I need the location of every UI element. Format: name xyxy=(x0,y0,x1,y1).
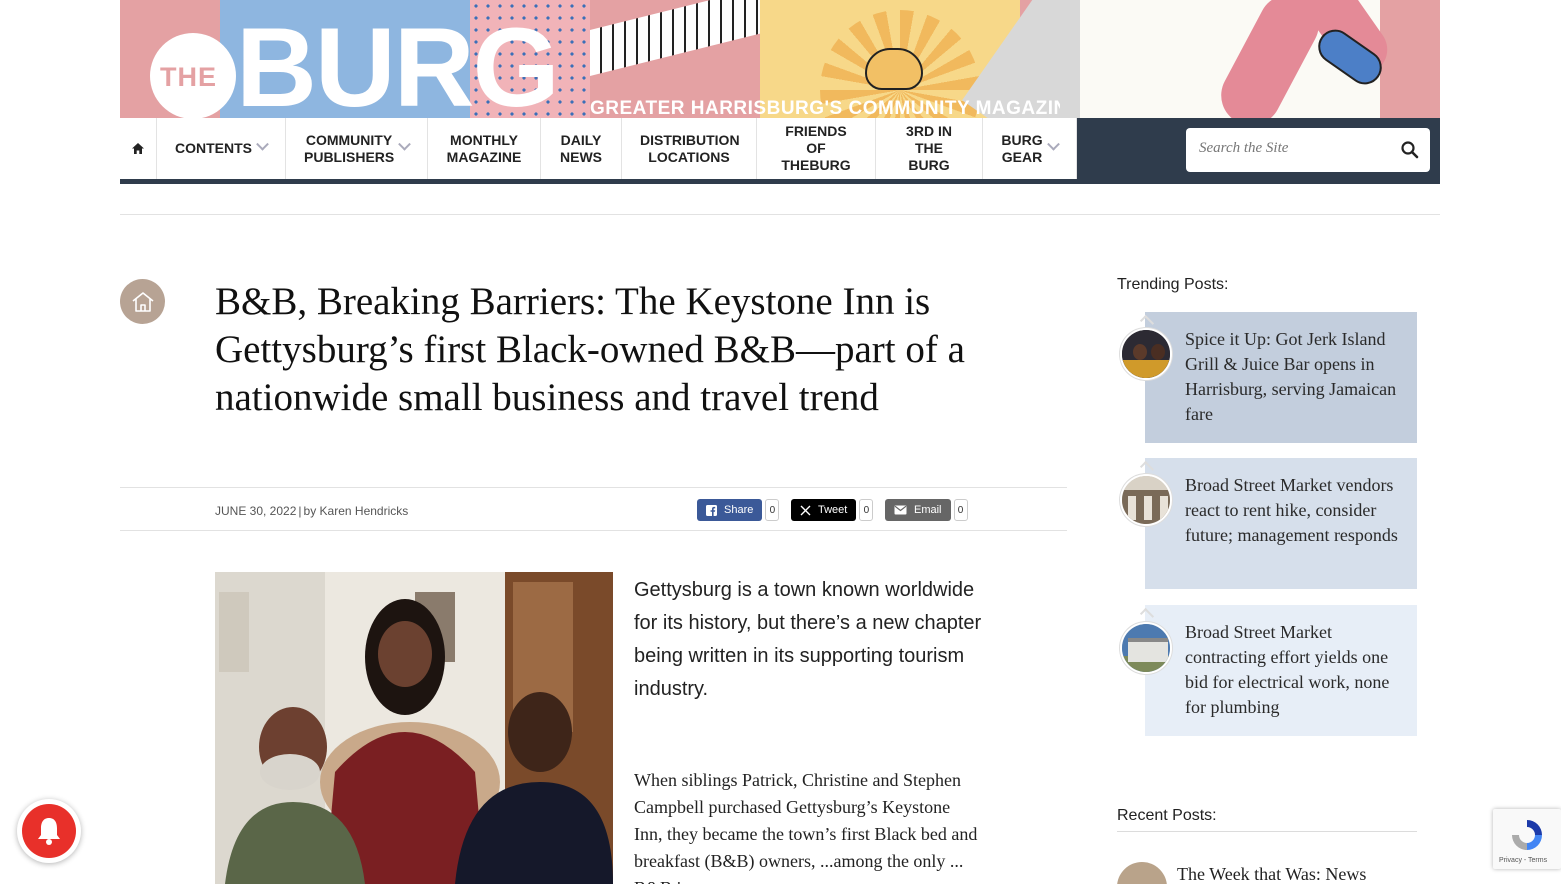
logo-wordmark[interactable]: BURG xyxy=(236,12,560,124)
nav-item-monthly-magazine[interactable]: MONTHLY MAGAZINE xyxy=(428,118,541,179)
photo-illustration xyxy=(215,572,613,884)
article-meta: JUNE 30, 2022 | by Karen Hendricks xyxy=(215,504,409,518)
nav-item-contents[interactable]: CONTENTS xyxy=(157,118,286,179)
recaptcha-badge[interactable]: Privacy - Terms xyxy=(1493,809,1561,869)
nav-item-label: 3RD IN THE BURG xyxy=(906,123,952,173)
nav-bottom-border xyxy=(120,179,1440,184)
recent-divider xyxy=(1117,831,1417,832)
notification-bell-button[interactable] xyxy=(17,799,81,863)
banner-art-dog xyxy=(865,48,923,90)
article-body-paragraph: When siblings Patrick, Christine and Ste… xyxy=(634,770,978,884)
banner-art-piano-keys xyxy=(590,0,760,76)
nav-item-label: COMMUNITY PUBLISHERS xyxy=(304,131,395,165)
search-input[interactable] xyxy=(1199,140,1389,157)
chevron-down-icon xyxy=(256,137,269,151)
tweet-count: 0 xyxy=(859,499,874,521)
article-author[interactable]: Karen Hendricks xyxy=(320,504,409,518)
nav-item-label: DAILY NEWS xyxy=(560,131,602,165)
facebook-icon xyxy=(706,504,717,516)
facebook-share-button[interactable]: Share xyxy=(697,499,763,521)
nav-item-label: DISTRIBUTION LOCATIONS xyxy=(640,131,740,165)
trending-item-title: Broad Street Market vendors react to ren… xyxy=(1185,475,1398,545)
trending-item-title: Broad Street Market contracting effort y… xyxy=(1185,622,1390,717)
envelope-icon xyxy=(894,505,907,515)
trending-item[interactable]: Spice it Up: Got Jerk Island Grill & Jui… xyxy=(1145,312,1417,443)
recaptcha-label[interactable]: Privacy - Terms xyxy=(1499,857,1547,864)
nav-item-label: CONTENTS xyxy=(175,140,252,156)
chevron-down-icon xyxy=(1047,137,1060,151)
recent-heading: Recent Posts: xyxy=(1117,807,1217,824)
trending-thumbnail xyxy=(1120,474,1172,526)
header-divider xyxy=(120,214,1440,215)
bell-icon xyxy=(38,818,60,845)
search-icon[interactable] xyxy=(1400,140,1420,160)
notification-bell-inner xyxy=(22,804,76,858)
trending-heading: Trending Posts: xyxy=(1117,276,1229,293)
nav-item-label: BURG GEAR xyxy=(1001,131,1043,165)
email-share-button[interactable]: Email xyxy=(885,499,951,521)
twitter-share: Tweet 0 xyxy=(791,499,874,521)
tweet-button[interactable]: Tweet xyxy=(791,499,857,521)
chevron-down-icon xyxy=(398,137,411,151)
article-date: JUNE 30, 2022 xyxy=(215,504,297,518)
email-share-count: 0 xyxy=(953,499,968,521)
site-tagline: GREATER HARRISBURG'S COMMUNITY MAGAZINE xyxy=(590,98,1060,119)
trending-item[interactable]: Broad Street Market contracting effort y… xyxy=(1145,605,1417,736)
house-icon xyxy=(132,291,153,312)
nav-item-label: MONTHLY MAGAZINE xyxy=(446,131,522,165)
meta-divider xyxy=(120,530,1067,531)
nav-item-friends-of-theburg[interactable]: FRIENDS OF THEBURG xyxy=(757,118,876,179)
meta-divider xyxy=(120,487,1067,488)
recent-thumbnail[interactable] xyxy=(1117,862,1167,884)
nav-home[interactable] xyxy=(120,118,157,179)
byline-prefix: by xyxy=(303,504,317,518)
article-lede: Gettysburg is a town known worldwide for… xyxy=(634,579,982,700)
facebook-share-count: 0 xyxy=(765,499,780,521)
facebook-share: Share 0 xyxy=(697,499,780,521)
home-icon xyxy=(132,143,144,154)
nav-item-label: FRIENDS OF THEBURG xyxy=(781,123,851,173)
x-logo-icon xyxy=(800,505,811,515)
nav-item-daily-news[interactable]: DAILY NEWS xyxy=(541,118,622,179)
nav-item-distribution-locations[interactable]: DISTRIBUTION LOCATIONS xyxy=(622,118,757,179)
tweet-label: Tweet xyxy=(818,504,848,516)
trending-thumbnail xyxy=(1120,622,1172,674)
category-badge[interactable] xyxy=(120,279,165,324)
recent-post-title[interactable]: The Week that Was: News xyxy=(1177,864,1366,884)
logo-the[interactable]: THE xyxy=(160,62,217,93)
trending-thumbnail xyxy=(1120,328,1172,380)
nav-item-burg-gear[interactable]: BURG GEAR xyxy=(983,118,1077,179)
facebook-share-label: Share xyxy=(724,504,754,516)
nav-item-3rd-in-the-burg[interactable]: 3RD IN THE BURG xyxy=(876,118,983,179)
article-photo[interactable] xyxy=(215,572,613,884)
main-nav: CONTENTS COMMUNITY PUBLISHERS MONTHLY MA… xyxy=(120,118,1077,179)
article-title: B&B, Breaking Barriers: The Keystone Inn… xyxy=(215,280,965,419)
trending-item-title: Spice it Up: Got Jerk Island Grill & Jui… xyxy=(1185,329,1397,424)
recaptcha-icon xyxy=(1512,820,1542,850)
email-share-label: Email xyxy=(914,504,942,516)
search-box xyxy=(1186,128,1430,172)
trending-item[interactable]: Broad Street Market vendors react to ren… xyxy=(1145,458,1417,589)
email-share: Email 0 xyxy=(885,499,968,521)
nav-item-community-publishers[interactable]: COMMUNITY PUBLISHERS xyxy=(286,118,428,179)
